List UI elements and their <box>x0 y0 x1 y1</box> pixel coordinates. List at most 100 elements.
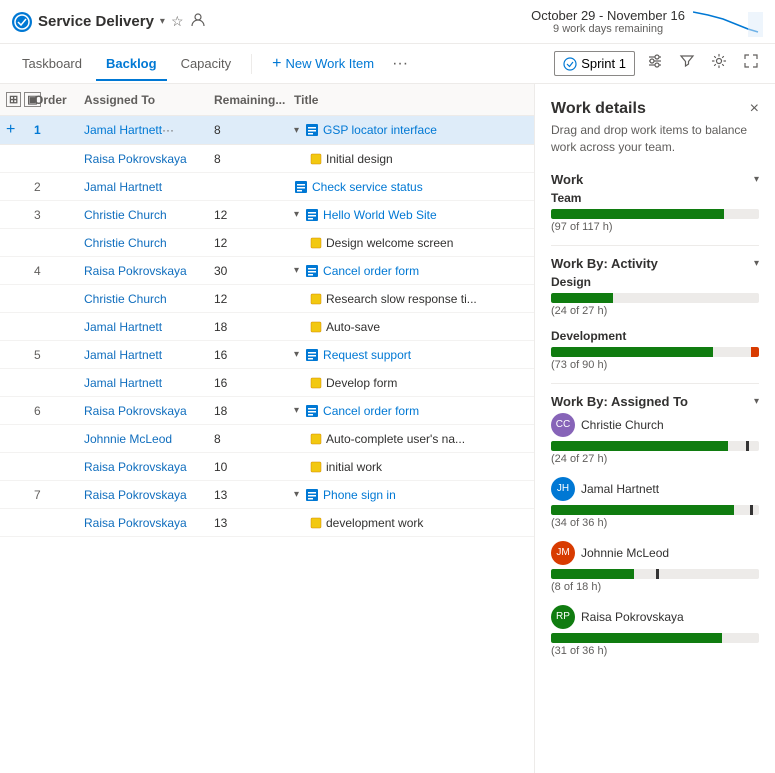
raisa-bar-fill <box>551 633 722 643</box>
row-title-text[interactable]: Auto-save <box>326 320 380 334</box>
tab-capacity[interactable]: Capacity <box>171 48 242 81</box>
tab-taskboard[interactable]: Taskboard <box>12 48 92 81</box>
team-label: Team <box>551 191 759 205</box>
task-icon <box>310 293 322 305</box>
jamal-name: Jamal Hartnett <box>581 482 659 496</box>
project-icon <box>12 12 32 32</box>
panel-subtitle: Drag and drop work items to balance work… <box>551 122 759 156</box>
expand-button[interactable] <box>739 49 763 78</box>
christie-row: CC Christie Church <box>551 413 759 437</box>
task-icon <box>310 153 322 165</box>
gear-icon <box>711 53 727 69</box>
work-section-header[interactable]: Work ▾ <box>551 172 759 187</box>
table-row: Jamal Hartnett 16 Develop form <box>0 369 534 397</box>
table-row: Jamal Hartnett 18 Auto-save <box>0 313 534 341</box>
table-row: Raisa Pokrovskaya 10 initial work <box>0 453 534 481</box>
close-panel-button[interactable]: × <box>750 100 759 118</box>
th-order: Order <box>28 88 78 111</box>
settings-button[interactable] <box>707 49 731 78</box>
sprint-label: Sprint 1 <box>581 56 626 71</box>
activity-section-header[interactable]: Work By: Activity ▾ <box>551 256 759 271</box>
project-chevron-icon[interactable]: ▾ <box>160 16 165 27</box>
add-title-cell: ▾ GSP locator interface <box>288 118 534 142</box>
row-assignee[interactable]: Raisa Pokrovskaya <box>78 509 208 536</box>
row-assignee[interactable]: Jamal Hartnett <box>78 173 208 200</box>
new-work-item-button[interactable]: + New Work Item <box>262 50 384 78</box>
johnnie-bar-marker <box>656 569 659 579</box>
row-assignee[interactable]: Jamal Hartnett <box>78 369 208 396</box>
expand-all-icon[interactable]: ⊞ <box>6 92 21 107</box>
row-title-text[interactable]: Research slow response ti... <box>326 292 477 306</box>
row-title-text[interactable]: initial work <box>326 460 382 474</box>
sprint-selector-button[interactable]: Sprint 1 <box>554 51 635 76</box>
row-assignee[interactable]: Raisa Pokrovskaya <box>78 453 208 480</box>
row-title-text[interactable]: Develop form <box>326 376 397 390</box>
favorite-icon[interactable]: ☆ <box>171 13 184 30</box>
row-title-text[interactable]: Hello World Web Site <box>323 208 437 222</box>
backlog-area: ⊞ ▣ Order Assigned To Remaining... Title… <box>0 84 535 773</box>
filter-options-button[interactable] <box>643 49 667 78</box>
development-bar-fill <box>551 347 713 357</box>
task-icon <box>310 517 322 529</box>
nav-separator <box>251 54 252 74</box>
row-title-text[interactable]: Cancel order form <box>323 264 419 278</box>
collapse-icon[interactable]: ▾ <box>294 125 299 136</box>
fullscreen-icon <box>743 53 759 69</box>
row-add-cell <box>0 145 28 172</box>
design-label: Design <box>551 275 759 289</box>
row-title-text[interactable]: Initial design <box>326 152 393 166</box>
th-assigned: Assigned To <box>78 88 208 111</box>
row-assignee[interactable]: Raisa Pokrovskaya <box>78 481 208 508</box>
work-section-label: Work <box>551 172 583 187</box>
member-icon[interactable] <box>190 12 206 31</box>
row-assignee[interactable]: Jamal Hartnett <box>78 341 208 368</box>
row-title-text[interactable]: development work <box>326 516 423 530</box>
row-title-text[interactable]: Check service status <box>312 180 423 194</box>
row-assignee[interactable]: Raisa Pokrovskaya <box>78 397 208 424</box>
row-title-text[interactable]: Auto-complete user's na... <box>326 432 465 446</box>
feature-icon <box>305 404 319 418</box>
row-assignee[interactable]: Johnnie McLeod <box>78 425 208 452</box>
row-assignee[interactable]: Raisa Pokrovskaya <box>78 145 208 172</box>
row-title-cell: development work <box>304 509 534 536</box>
christie-bar-marker <box>746 441 749 451</box>
assignee-section-label: Work By: Assigned To <box>551 394 688 409</box>
row-title-cell: Design welcome screen <box>304 229 534 256</box>
row-title-text[interactable]: Request support <box>323 348 411 362</box>
work-details-panel: Work details × Drag and drop work items … <box>535 84 775 773</box>
funnel-icon <box>679 53 695 69</box>
row-assignee[interactable]: Jamal Hartnett <box>78 313 208 340</box>
activity-section-chevron: ▾ <box>754 258 759 269</box>
row-title-cell: Auto-save <box>304 313 534 340</box>
row-title-text[interactable]: Cancel order form <box>323 404 419 418</box>
task-icon <box>310 433 322 445</box>
christie-bar-label: (24 of 27 h) <box>551 453 759 465</box>
row-order: 2 <box>28 173 78 200</box>
jamal-bar <box>551 505 759 515</box>
add-order-cell: 1 <box>28 118 78 142</box>
row-title-cell: initial work <box>304 453 534 480</box>
filter-button[interactable] <box>675 49 699 78</box>
row-assignee[interactable]: Christie Church <box>78 285 208 312</box>
row-assignee[interactable]: Raisa Pokrovskaya <box>78 257 208 284</box>
johnnie-row: JM Johnnie McLeod <box>551 541 759 565</box>
tab-backlog[interactable]: Backlog <box>96 48 167 81</box>
section-divider <box>551 245 759 246</box>
row-assignee[interactable]: Christie Church <box>78 201 208 228</box>
add-cell[interactable]: + <box>0 118 28 142</box>
more-options-button[interactable]: ··· <box>388 51 412 77</box>
nav-right-actions: Sprint 1 <box>554 49 763 78</box>
row-title-text[interactable]: Design welcome screen <box>326 236 453 250</box>
sliders-icon <box>647 53 663 69</box>
design-bar-label: (24 of 27 h) <box>551 305 759 317</box>
development-label: Development <box>551 329 759 343</box>
row-title-text[interactable]: Phone sign in <box>323 488 396 502</box>
task-icon <box>310 377 322 389</box>
row-order: 3 <box>28 201 78 228</box>
assignee-section-header[interactable]: Work By: Assigned To ▾ <box>551 394 759 409</box>
row-assignee[interactable]: Christie Church <box>78 229 208 256</box>
top-left: Service Delivery ▾ ☆ <box>12 12 206 32</box>
add-title-text[interactable]: GSP locator interface <box>323 123 437 137</box>
th-icons: ⊞ ▣ <box>0 88 28 111</box>
activity-section-label: Work By: Activity <box>551 256 658 271</box>
